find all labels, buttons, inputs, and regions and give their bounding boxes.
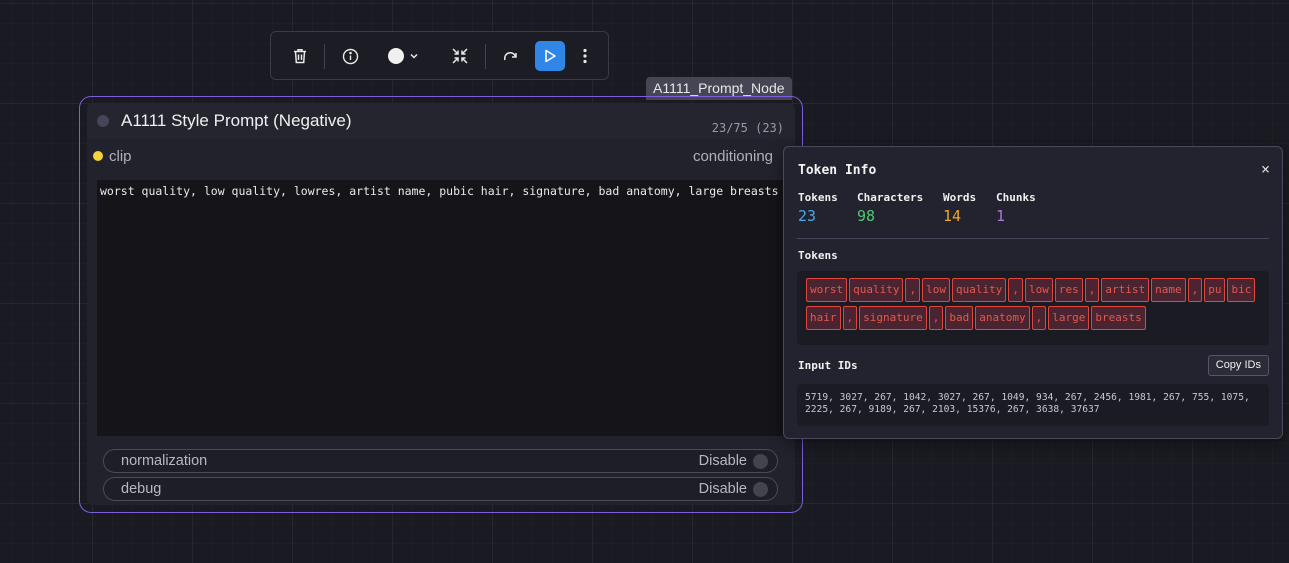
- token-chip: res: [1054, 278, 1083, 302]
- token-chip: pu: [1204, 278, 1226, 302]
- more-icon: [583, 48, 587, 64]
- divider: [797, 238, 1269, 239]
- token-chip: ,: [1031, 306, 1047, 330]
- token-chip: anatomy: [975, 306, 1030, 330]
- stat-label: Characters: [857, 191, 924, 204]
- trash-icon: [294, 49, 306, 64]
- info-icon: [342, 48, 358, 64]
- token-info-panel: Token Info × Tokens 23 Characters 98 Wor…: [783, 146, 1283, 439]
- prompt-textarea[interactable]: worst quality, low quality, lowres, arti…: [97, 180, 785, 436]
- token-chip: ,: [905, 278, 921, 302]
- token-chip: breasts: [1091, 306, 1146, 330]
- play-icon: [545, 49, 556, 63]
- widget-label: normalization: [121, 453, 208, 469]
- input-ids-label: Input IDs: [798, 359, 858, 372]
- collapse-button[interactable]: [445, 41, 475, 71]
- token-chip: ,: [1008, 278, 1023, 302]
- clip-input-label: clip: [109, 148, 132, 165]
- tokens-list: worst quality, low quality, low res, artist nam…: [797, 271, 1269, 345]
- token-chip: signature: [859, 306, 927, 330]
- token-chip: bad: [945, 306, 974, 330]
- token-chip: low: [922, 278, 950, 302]
- toggle-icon[interactable]: [753, 482, 768, 497]
- token-chip: quality: [849, 278, 904, 302]
- node-title: A1111 Style Prompt (Negative): [121, 111, 352, 130]
- more-button[interactable]: [571, 41, 599, 71]
- color-picker-button[interactable]: [383, 41, 423, 71]
- prompt-node[interactable]: A1111 Style Prompt (Negative) 23/75 (23)…: [87, 103, 800, 505]
- node-toolbar: [270, 31, 609, 80]
- redo-icon: [503, 51, 517, 60]
- stat-value: 98: [857, 207, 876, 225]
- stat-value: 1: [996, 207, 1006, 225]
- stat-tokens: Tokens 23: [798, 191, 838, 225]
- tokens-section-label: Tokens: [798, 249, 838, 262]
- stat-label: Chunks: [996, 191, 1036, 204]
- copy-ids-button[interactable]: Copy IDs: [1207, 355, 1269, 376]
- close-icon[interactable]: ×: [1261, 160, 1270, 178]
- collapse-icon: [452, 48, 468, 64]
- stat-label: Tokens: [798, 191, 838, 204]
- widget-value: Disable: [698, 453, 747, 469]
- toggle-icon[interactable]: [753, 454, 768, 469]
- token-chip: low: [1024, 278, 1053, 302]
- chevron-down-icon: [409, 53, 418, 59]
- token-chip: artist: [1101, 278, 1150, 302]
- color-icon: [387, 48, 404, 64]
- token-count: 23/75 (23): [711, 121, 784, 135]
- delete-button[interactable]: [285, 41, 315, 71]
- panel-title: Token Info: [798, 163, 877, 178]
- widget-label: debug: [121, 481, 162, 497]
- node-header[interactable]: A1111 Style Prompt (Negative) 23/75 (23): [87, 103, 795, 139]
- token-chip: quality: [951, 278, 1007, 302]
- clip-input-slot[interactable]: [93, 151, 103, 161]
- token-chip: ,: [842, 306, 858, 330]
- stat-label: Words: [943, 191, 977, 204]
- input-ids-text: 5719, 3027, 267, 1042, 3027, 267, 1049, …: [797, 384, 1269, 426]
- normalization-toggle[interactable]: normalization Disable: [103, 449, 778, 473]
- stat-characters: Characters 98: [857, 191, 923, 225]
- token-chip: ,: [1084, 278, 1100, 302]
- debug-toggle[interactable]: debug Disable: [103, 477, 778, 501]
- stat-value: 23: [798, 207, 817, 225]
- stat-words: Words 14: [943, 191, 976, 225]
- token-chip: large: [1048, 306, 1090, 330]
- token-chip: ,: [1187, 278, 1203, 302]
- stat-value: 14: [943, 207, 962, 225]
- node-io-row: clip conditioning: [87, 143, 800, 169]
- token-chip: ,: [928, 306, 944, 330]
- token-chip: name: [1151, 278, 1186, 302]
- info-button[interactable]: [335, 41, 365, 71]
- token-chip: worst: [806, 278, 848, 302]
- conditioning-output-label: conditioning: [692, 148, 773, 165]
- widget-value: Disable: [698, 481, 747, 497]
- collapse-dot-icon[interactable]: [97, 115, 109, 127]
- run-button[interactable]: [535, 41, 565, 71]
- redo-button[interactable]: [495, 41, 525, 71]
- token-chip: hair: [806, 306, 841, 330]
- stat-chunks: Chunks 1: [996, 191, 1036, 225]
- token-chip: bic: [1227, 278, 1256, 302]
